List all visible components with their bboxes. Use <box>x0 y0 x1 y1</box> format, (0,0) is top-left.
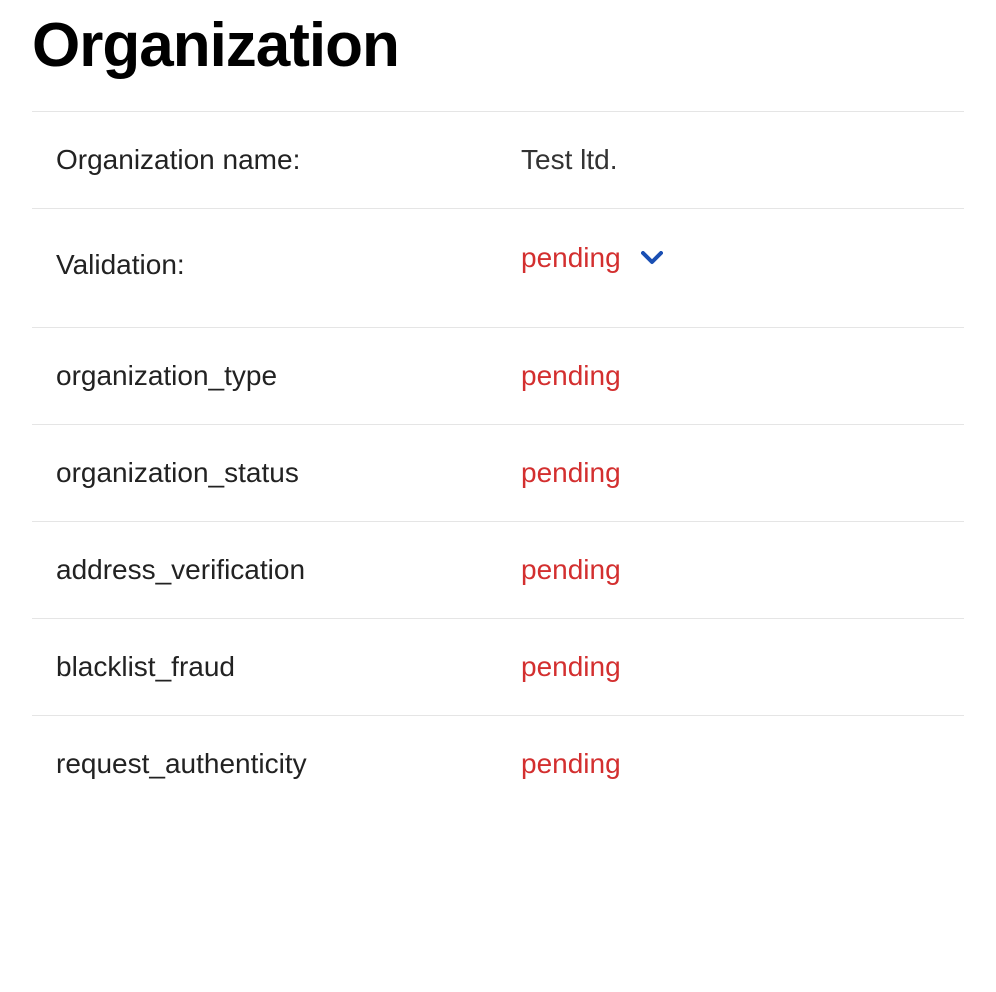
check-row-organization-status: organization_status pending <box>32 424 964 521</box>
validation-dropdown[interactable]: pending <box>521 242 663 274</box>
check-status: pending <box>521 457 621 489</box>
check-row-blacklist-fraud: blacklist_fraud pending <box>32 618 964 715</box>
check-label: blacklist_fraud <box>56 651 521 683</box>
validation-label: Validation: <box>56 249 521 281</box>
check-row-address-verification: address_verification pending <box>32 521 964 618</box>
validation-row: Validation: pending <box>32 208 964 327</box>
check-label: address_verification <box>56 554 521 586</box>
organization-name-row: Organization name: Test ltd. <box>32 111 964 208</box>
check-status: pending <box>521 748 621 780</box>
check-status: pending <box>521 651 621 683</box>
organization-name-label: Organization name: <box>56 144 521 176</box>
check-label: request_authenticity <box>56 748 521 780</box>
check-row-organization-type: organization_type pending <box>32 327 964 424</box>
check-label: organization_status <box>56 457 521 489</box>
check-status: pending <box>521 360 621 392</box>
check-status: pending <box>521 554 621 586</box>
organization-section: Organization Organization name: Test ltd… <box>0 10 996 812</box>
check-label: organization_type <box>56 360 521 392</box>
check-row-request-authenticity: request_authenticity pending <box>32 715 964 812</box>
chevron-down-icon <box>641 251 663 265</box>
organization-name-value: Test ltd. <box>521 144 617 176</box>
page-title: Organization <box>32 10 964 81</box>
validation-value: pending <box>521 242 621 274</box>
